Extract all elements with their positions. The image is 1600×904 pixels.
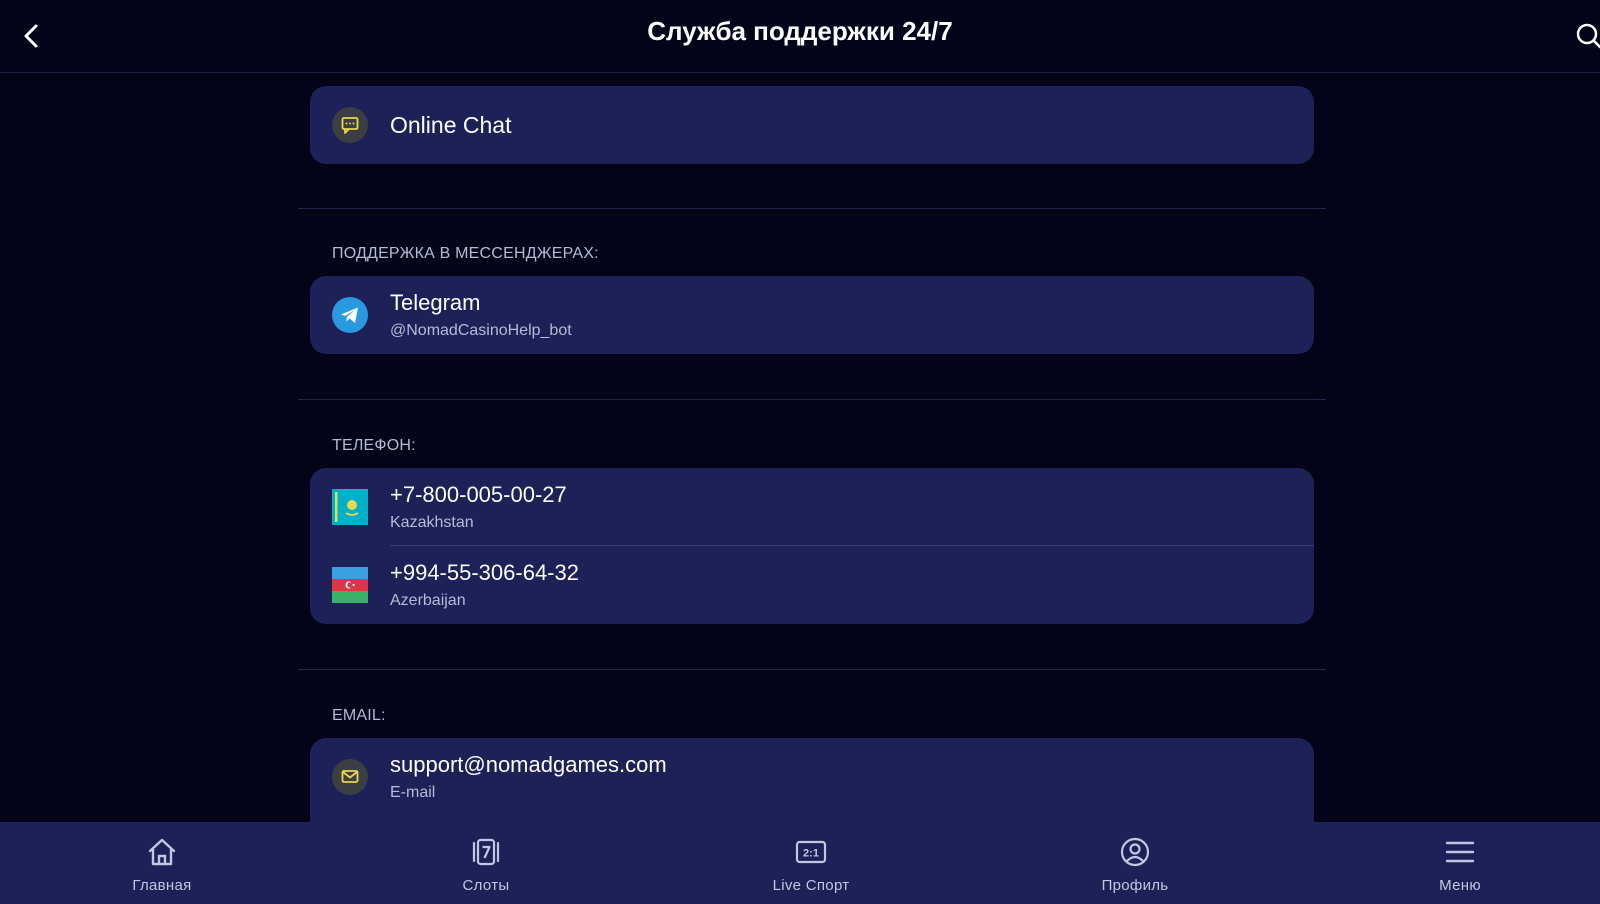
live-sport-icon: 2:1	[795, 840, 827, 864]
online-chat-button[interactable]: Online Chat	[310, 86, 1314, 164]
nav-label-profile: Профиль	[1101, 877, 1169, 894]
telegram-icon	[332, 297, 368, 333]
search-button[interactable]	[1570, 18, 1600, 54]
messengers-section-label: ПОДДЕРЖКА В МЕССЕНДЖЕРАХ:	[332, 245, 599, 262]
azerbaijan-phone-number: +994-55-306-64-32	[390, 560, 579, 585]
nav-label-home: Главная	[132, 877, 192, 894]
divider	[298, 399, 1326, 400]
phone-row-kazakhstan[interactable]: +7-800-005-00-27 Kazakhstan	[310, 468, 1314, 546]
search-icon	[1576, 23, 1600, 49]
page-title: Служба поддержки 24/7	[647, 16, 953, 46]
kazakhstan-label: Kazakhstan	[390, 514, 474, 531]
nav-item-home[interactable]: Главная	[62, 822, 262, 904]
kazakhstan-phone-number: +7-800-005-00-27	[390, 482, 567, 507]
email-type-label: E-mail	[390, 784, 436, 801]
menu-icon	[1445, 841, 1475, 863]
nav-item-profile[interactable]: Профиль	[1035, 822, 1235, 904]
bottom-navigation: Главная Слоты 2:1 Live Спорт Профиль Мен…	[0, 822, 1600, 904]
email-row[interactable]: support@nomadgames.com E-mail	[310, 738, 1314, 818]
profile-icon	[1120, 837, 1150, 867]
phone-card: +7-800-005-00-27 Kazakhstan +994-55-306-…	[310, 468, 1314, 624]
divider	[298, 669, 1326, 670]
online-chat-label: Online Chat	[390, 112, 512, 138]
online-chat-card: Online Chat	[310, 86, 1314, 164]
email-card: support@nomadgames.com E-mail	[310, 738, 1314, 822]
top-bar: Служба поддержки 24/7	[0, 0, 1600, 73]
support-content: Online Chat ПОДДЕРЖКА В МЕССЕНДЖЕРАХ: Te…	[298, 72, 1326, 822]
nav-item-slots[interactable]: Слоты	[386, 822, 586, 904]
telegram-handle: @NomadCasinoHelp_bot	[390, 322, 572, 339]
nav-item-live-sport[interactable]: 2:1 Live Спорт	[711, 822, 911, 904]
azerbaijan-label: Azerbaijan	[390, 592, 466, 609]
kazakhstan-flag-icon	[332, 489, 368, 525]
nav-label-live-sport: Live Спорт	[772, 877, 850, 894]
slots-icon	[472, 838, 500, 866]
messengers-card: Telegram @NomadCasinoHelp_bot	[310, 276, 1314, 354]
chat-icon	[332, 107, 368, 143]
nav-item-menu[interactable]: Меню	[1360, 822, 1560, 904]
nav-label-slots: Слоты	[462, 877, 510, 894]
telegram-title: Telegram	[390, 290, 481, 315]
phone-section-label: ТЕЛЕФОН:	[332, 437, 416, 454]
divider	[298, 208, 1326, 209]
phone-row-azerbaijan[interactable]: +994-55-306-64-32 Azerbaijan	[310, 546, 1314, 624]
svg-text:2:1: 2:1	[803, 848, 819, 860]
email-address: support@nomadgames.com	[390, 752, 667, 777]
telegram-row[interactable]: Telegram @NomadCasinoHelp_bot	[310, 276, 1314, 354]
azerbaijan-flag-icon	[332, 567, 368, 603]
home-icon	[148, 838, 176, 866]
mail-icon	[332, 759, 368, 795]
nav-label-menu: Меню	[1439, 877, 1481, 894]
email-section-label: EMAIL:	[332, 707, 386, 724]
